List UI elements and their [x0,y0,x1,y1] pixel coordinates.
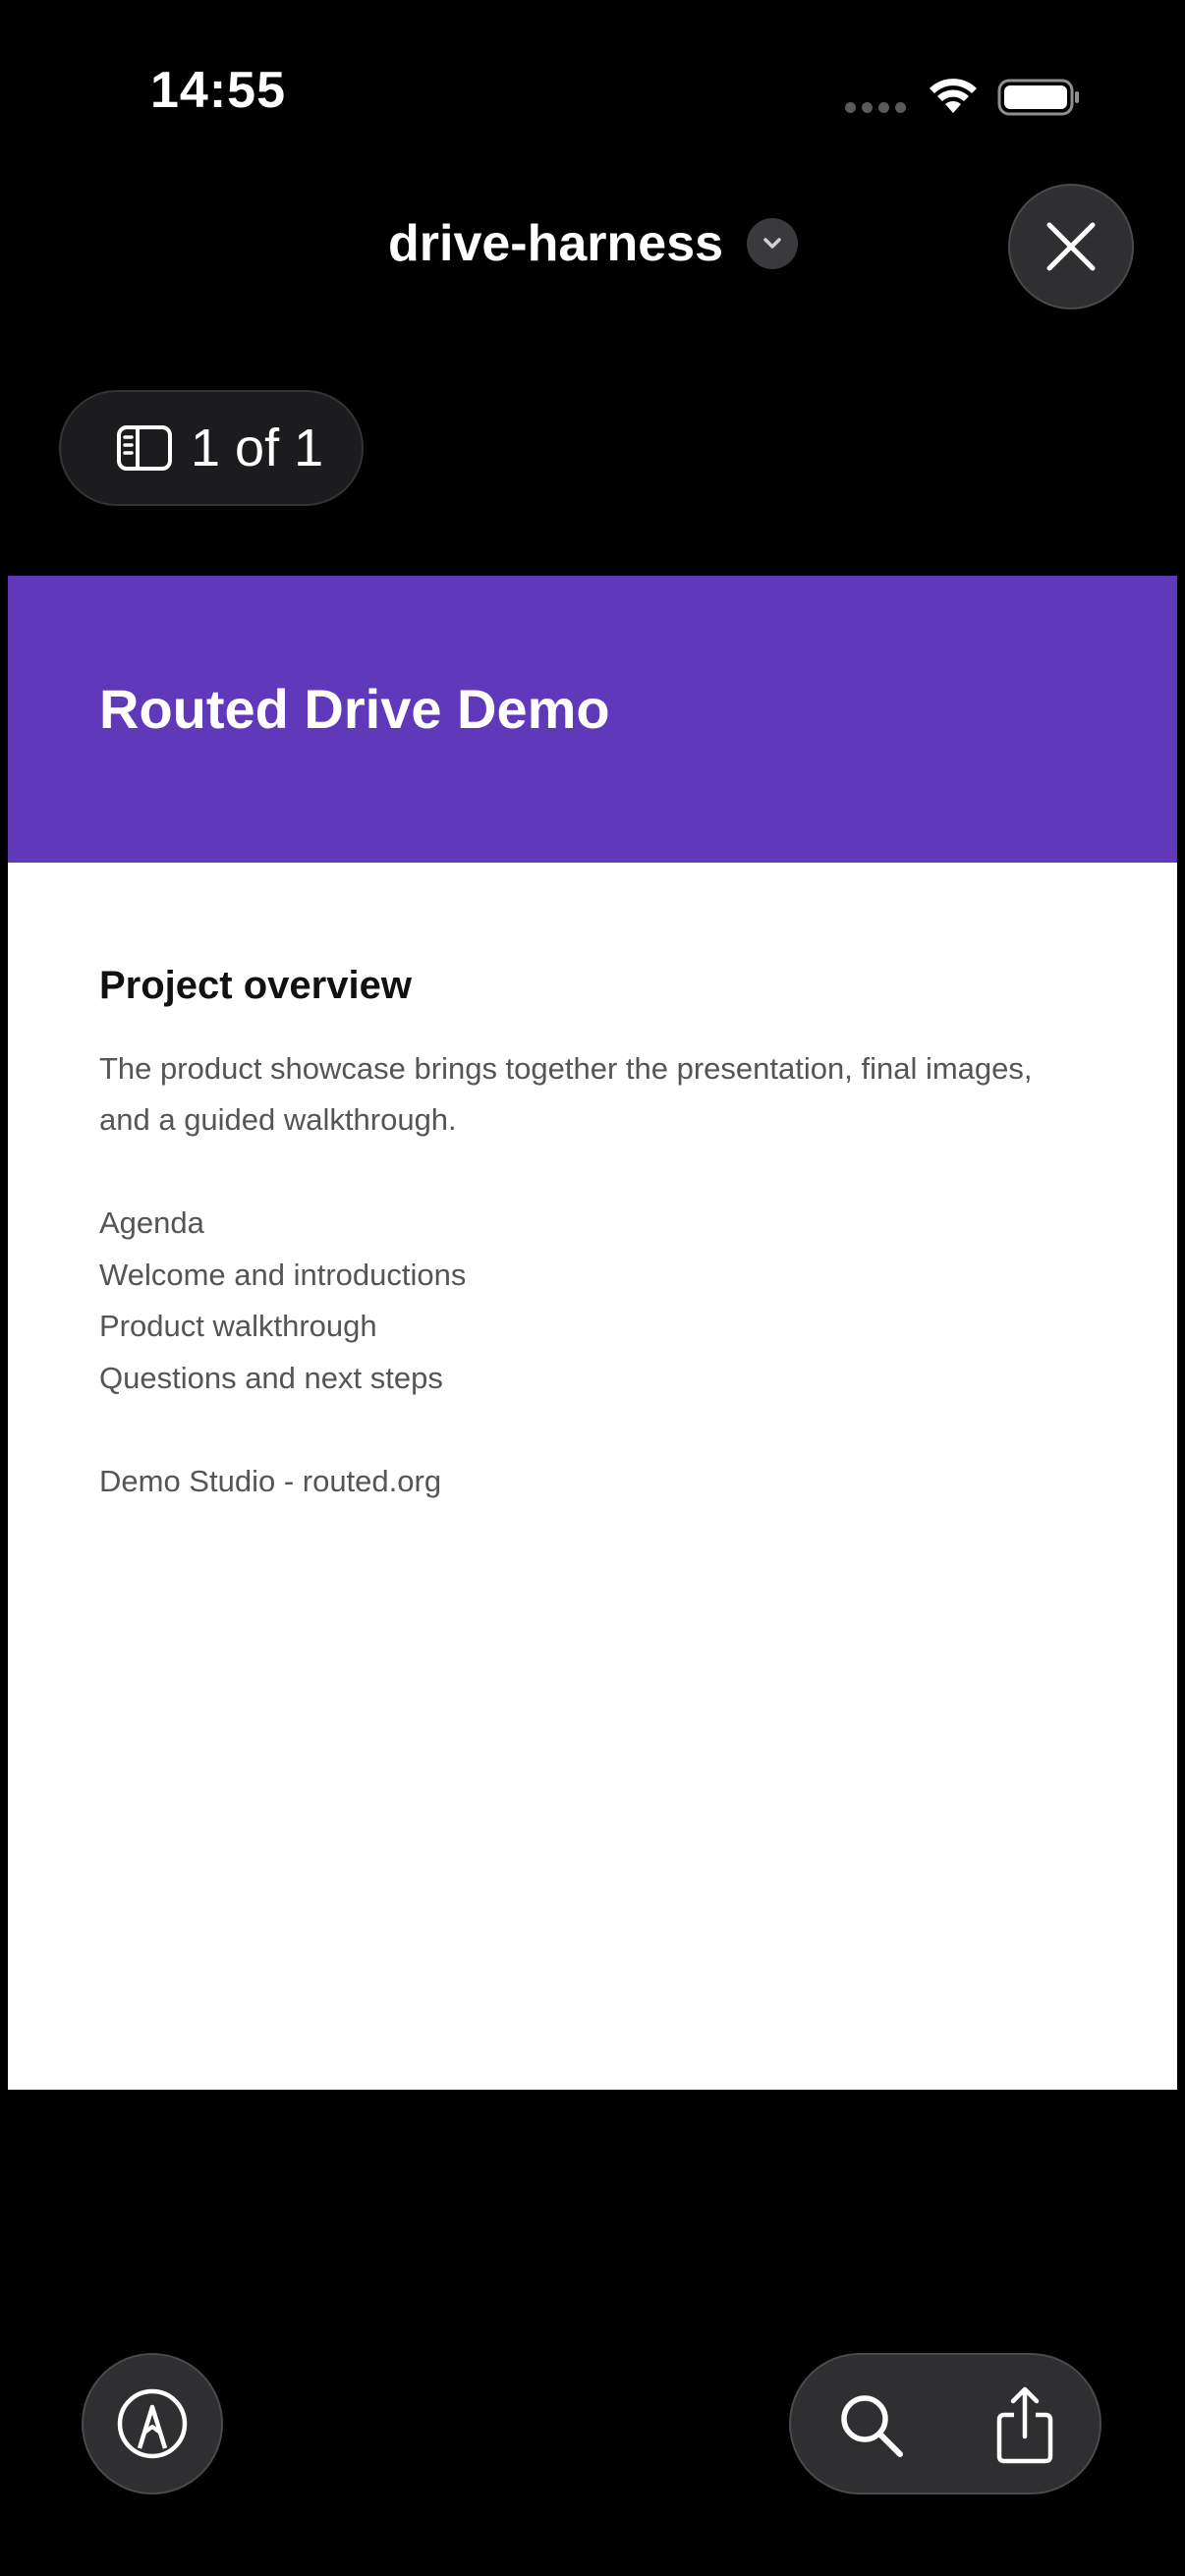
page-thumbnails-button[interactable]: 1 of 1 [59,390,364,506]
document-body: Project overview The product showcase br… [99,964,1092,1508]
close-button[interactable] [1008,184,1134,309]
document-title: drive-harness [388,215,724,272]
chevron-down-icon[interactable] [747,218,799,269]
banner-title: Routed Drive Demo [99,678,610,740]
status-icons [845,74,1081,121]
overview-paragraph-line: and a guided walkthrough. [99,1102,457,1137]
document-title-menu[interactable]: drive-harness [388,214,799,273]
close-icon [1046,222,1096,271]
cellular-signal-icon [845,102,906,113]
markup-pen-icon [117,2388,188,2459]
sidebar-icon [117,425,172,471]
share-icon [996,2386,1053,2464]
page-count-label: 1 of 1 [191,419,324,477]
agenda-item: Questions and next steps [99,1360,443,1395]
agenda-item: Product walkthrough [99,1309,377,1343]
action-toolbar [789,2353,1101,2494]
document-footer: Demo Studio - routed.org [99,1464,442,1498]
section-heading: Project overview [99,964,412,1007]
status-time: 14:55 [150,62,286,119]
search-icon [841,2395,903,2457]
agenda-item: Welcome and introductions [99,1257,467,1292]
document-page[interactable]: Routed Drive Demo Project overview The p… [8,576,1177,2090]
battery-icon [997,79,1079,116]
wifi-icon [930,79,977,113]
markup-button[interactable] [82,2353,223,2494]
document-banner: Routed Drive Demo [8,576,1177,863]
overview-paragraph-line: The product showcase brings together the… [99,1051,1033,1086]
search-button[interactable] [830,2384,913,2467]
share-button[interactable] [984,2379,1066,2471]
agenda-heading: Agenda [99,1205,204,1240]
